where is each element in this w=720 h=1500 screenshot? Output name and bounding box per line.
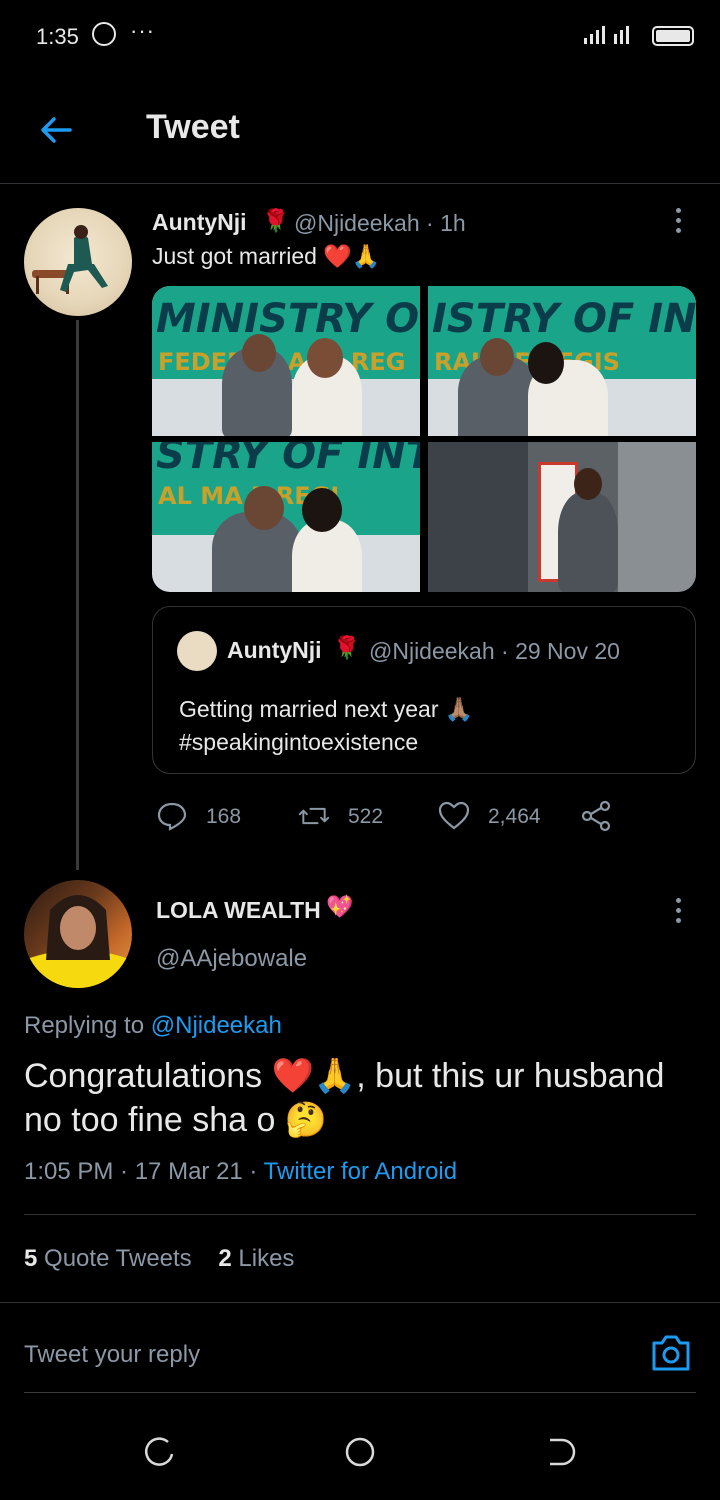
signal-icon (584, 26, 629, 44)
thread-line (76, 320, 79, 870)
tweet-source-link[interactable]: Twitter for Android (264, 1158, 457, 1185)
composer-underline (24, 1392, 696, 1393)
like-icon[interactable] (438, 800, 470, 832)
reply-handle[interactable]: @AAjebowale (156, 945, 307, 973)
rose-emoji: 🌹 (262, 208, 290, 233)
reply-count: 168 (206, 805, 242, 828)
embedded-tweet-text: Getting married next year 🙏🏽 #speakingin… (179, 696, 474, 755)
wedding-photo-1[interactable]: MINISTRY OF INTE FEDERAL AGE REG (152, 286, 420, 436)
wedding-photo-4[interactable] (428, 442, 696, 592)
more-options-icon[interactable] (676, 208, 682, 238)
reply-tweet-text: Congratulations ❤️🙏, but this ur husband… (24, 1057, 665, 1139)
mention-link[interactable]: @Njideekah (151, 1012, 282, 1039)
retweet-count: 522 (348, 805, 384, 828)
more-options-icon[interactable] (676, 898, 682, 928)
share-icon[interactable] (580, 800, 612, 832)
reply-input[interactable]: Tweet your reply (24, 1341, 200, 1369)
quoted-tweet-text: Just got married ❤️🙏 (152, 243, 381, 269)
embedded-quote-tweet[interactable]: AuntyNji 🌹 @Njideekah · 29 Nov 20 Gettin… (152, 606, 696, 774)
replying-to: Replying to @Njideekah (24, 1012, 282, 1039)
back-arrow-icon[interactable] (38, 112, 74, 148)
embedded-avatar[interactable] (177, 631, 217, 671)
quote-tweets-link[interactable]: 5 Quote Tweets (24, 1245, 192, 1272)
avatar-auntynji[interactable] (24, 208, 132, 316)
avatar-lola-wealth[interactable] (24, 880, 132, 988)
status-bar: 1:35 ··· (0, 0, 720, 70)
status-time: 1:35 (36, 24, 79, 49)
quoted-author-name[interactable]: AuntyNji (152, 209, 247, 236)
like-count: 2,464 (488, 805, 541, 828)
wedding-photo-3[interactable]: STRY OF INTER AL MA E REGI (152, 442, 420, 592)
quoted-handle-time[interactable]: @Njideekah · 1h (294, 210, 466, 237)
home-icon[interactable] (340, 1432, 380, 1472)
tweet-timestamp: 1:05 PM · 17 Mar 21 · (24, 1158, 264, 1185)
battery-icon (652, 26, 694, 46)
back-nav-icon[interactable] (540, 1432, 580, 1472)
tweet-stats: 5 Quote Tweets 2 Likes (24, 1245, 294, 1273)
sparkling-heart-emoji: 💖 (326, 894, 354, 919)
page-title: Tweet (146, 108, 240, 146)
more-notifications-icon: ··· (130, 18, 155, 43)
photo-grid[interactable]: MINISTRY OF INTE FEDERAL AGE REG ISTRY O… (152, 286, 696, 592)
reply-author-name[interactable]: LOLA WEALTH (156, 897, 321, 924)
camera-icon[interactable] (650, 1333, 692, 1373)
rose-emoji: 🌹 (333, 635, 361, 660)
divider (24, 1214, 696, 1215)
whatsapp-icon (92, 22, 116, 46)
retweet-icon[interactable] (298, 800, 330, 832)
embedded-handle-time: @Njideekah · 29 Nov 20 (369, 638, 620, 664)
reply-icon[interactable] (156, 800, 188, 832)
likes-link[interactable]: 2 Likes (218, 1245, 294, 1272)
recent-apps-icon[interactable] (140, 1432, 180, 1472)
header-divider (0, 183, 720, 184)
embedded-author-name: AuntyNji (227, 637, 322, 663)
wedding-photo-2[interactable]: ISTRY OF INTER RAL GE REGIS (428, 286, 696, 436)
tweet-metadata: 1:05 PM · 17 Mar 21 · Twitter for Androi… (24, 1158, 457, 1186)
divider (0, 1302, 720, 1303)
